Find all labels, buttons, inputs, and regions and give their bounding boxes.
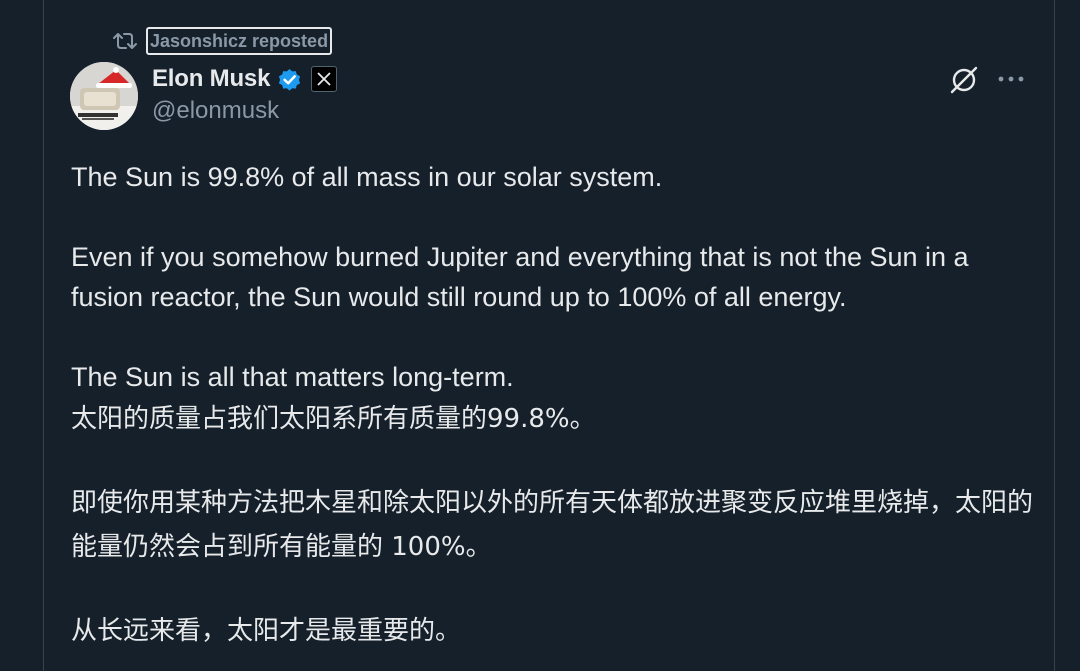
tweet-paragraph-en-3: The Sun is all that matters long-term. [71,362,514,392]
tweet-paragraph-zh-3: 从长远来看，太阳才是最重要的。 [71,616,462,646]
repost-label[interactable]: Jasonshicz reposted [146,27,333,55]
tweet-paragraph-zh-2: 即使你用某种方法把木星和除太阳以外的所有天体都放进聚变反应堆里烧掉，太阳的能量仍… [71,488,1034,562]
repost-indicator: Jasonshicz reposted [112,27,333,55]
author-name-row: Elon Musk [152,62,338,96]
avatar[interactable] [70,62,138,130]
author-display-name[interactable]: Elon Musk [152,65,270,93]
tweet-paragraph-en-2: Even if you somehow burned Jupiter and e… [71,242,977,312]
author-handle[interactable]: @elonmusk [152,97,279,125]
tweet-paragraph-en-1: The Sun is 99.8% of all mass in our sola… [71,162,663,192]
grok-icon[interactable] [946,62,982,98]
tweet-paragraph-zh-1: 太阳的质量占我们太阳系所有质量的99.8%。 [71,404,596,434]
tweet-text: The Sun is 99.8% of all mass in our sola… [71,157,1046,653]
x-logo-icon[interactable] [311,66,338,92]
tweet-post[interactable]: Jasonshicz reposted Elon Musk @elonmusk … [44,0,1054,671]
more-icon[interactable] [994,64,1028,94]
repost-icon [112,28,138,54]
verified-badge-icon[interactable] [276,66,303,93]
column-border-right [1054,0,1055,671]
